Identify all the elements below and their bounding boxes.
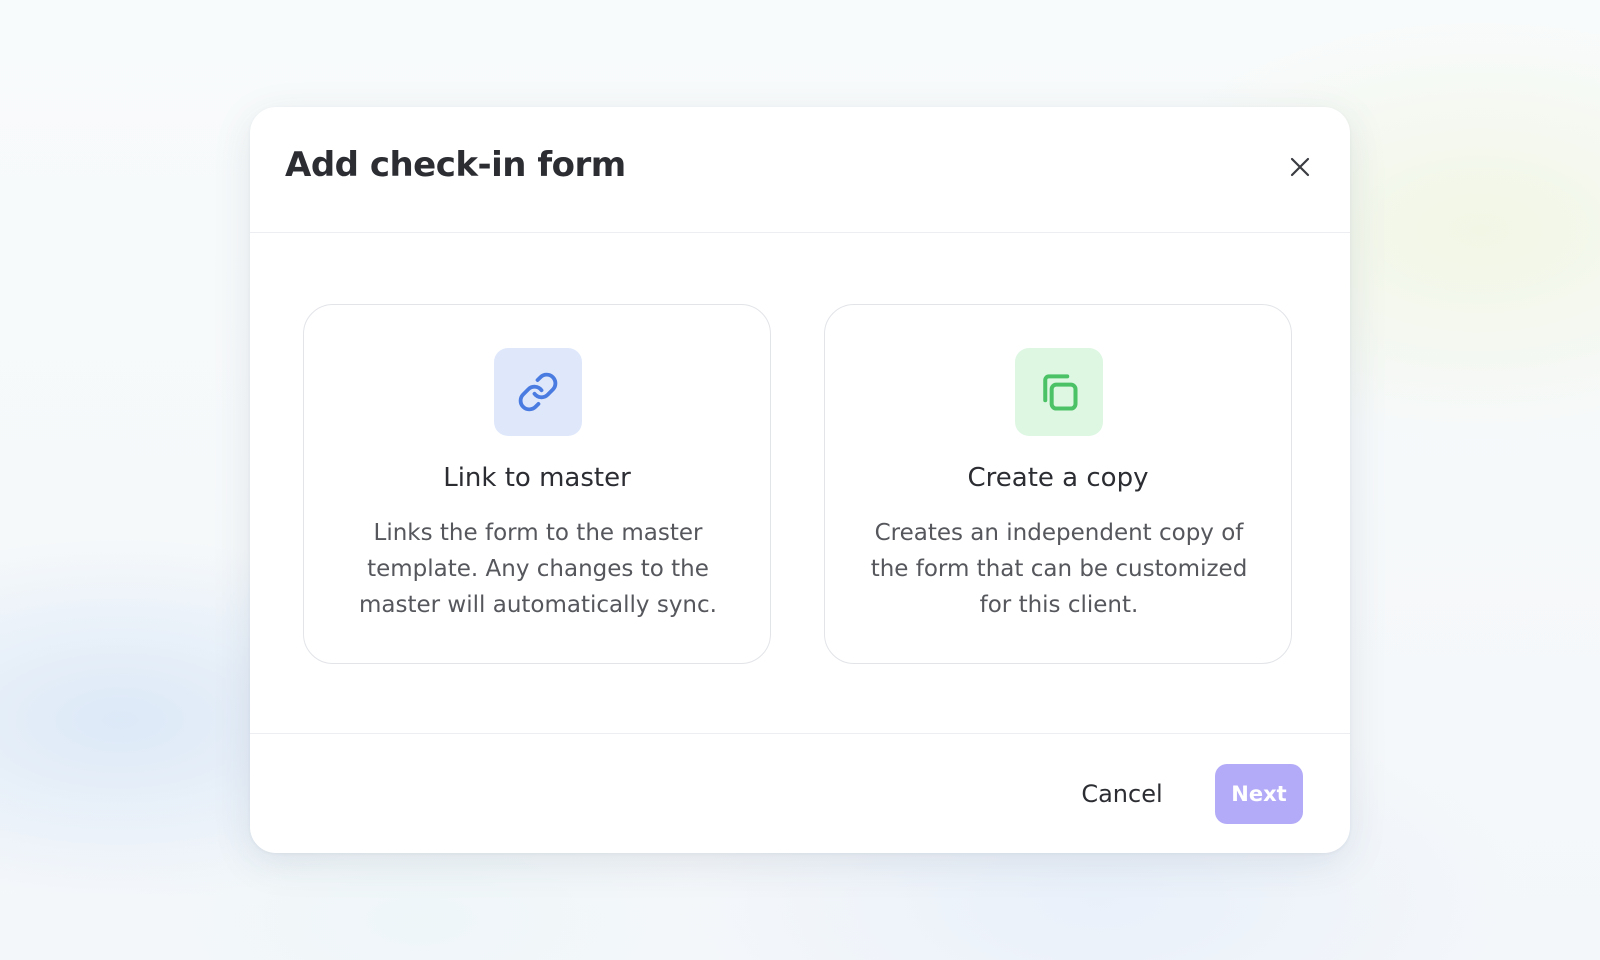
dialog-footer: Cancel Next — [250, 733, 1350, 853]
dialog-header: Add check-in form — [250, 107, 1350, 233]
cancel-button[interactable]: Cancel — [1067, 772, 1177, 816]
link-icon — [518, 372, 558, 412]
option-description: Links the form to the master template. A… — [359, 520, 717, 618]
copy-icon-tile — [1015, 348, 1103, 436]
create-a-copy-option[interactable]: Create a copy Creates an independent cop… — [824, 304, 1292, 664]
option-description: Creates an independent copy of the form … — [870, 520, 1248, 618]
link-to-master-option[interactable]: Link to master Links the form to the mas… — [303, 304, 771, 664]
next-button[interactable]: Next — [1215, 764, 1303, 824]
form-option-group: Link to master Links the form to the mas… — [303, 304, 1293, 666]
link-icon-tile — [494, 348, 582, 436]
option-title: Link to master — [443, 463, 631, 493]
add-check-in-form-dialog: Add check-in form Link to master Links t… — [250, 107, 1350, 853]
close-button[interactable] — [1280, 147, 1320, 187]
copy-icon — [1043, 374, 1078, 411]
close-icon — [1290, 157, 1310, 177]
dialog-title: Add check-in form — [285, 145, 626, 185]
option-title: Create a copy — [967, 463, 1149, 493]
